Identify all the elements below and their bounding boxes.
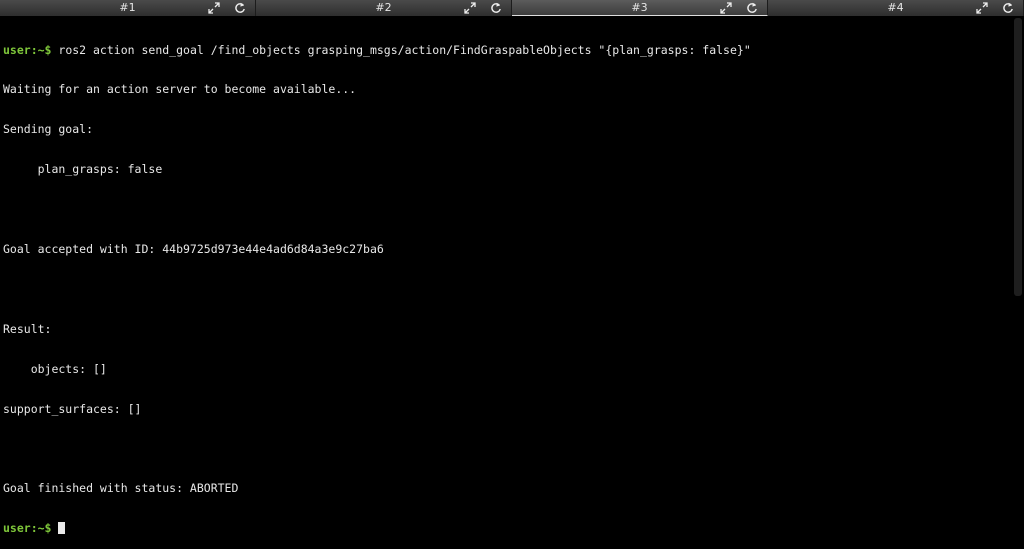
terminal-scrollbar[interactable]: [1014, 18, 1022, 296]
command-line: user:~$ ros2 action send_goal /find_obje…: [3, 42, 1012, 57]
command-text: ros2 action send_goal /find_objects gras…: [51, 42, 751, 57]
output-line: Result:: [3, 321, 52, 336]
maximize-icon[interactable]: [208, 2, 220, 14]
output-line: Sending goal:: [3, 122, 94, 137]
output-line: Goal finished with status: ABORTED: [3, 481, 239, 496]
reload-icon[interactable]: [234, 2, 246, 14]
reload-icon[interactable]: [490, 2, 502, 14]
input-line[interactable]: user:~$: [3, 522, 1012, 535]
reload-icon[interactable]: [746, 2, 758, 14]
terminal-output[interactable]: user:~$ ros2 action send_goal /find_obje…: [3, 17, 1012, 535]
output-line: Waiting for an action server to become a…: [3, 82, 357, 97]
output-line: plan_grasps: false: [3, 162, 163, 177]
shell-prompt: user:~$: [3, 42, 52, 57]
maximize-icon[interactable]: [976, 2, 988, 14]
tab-4[interactable]: #4: [768, 0, 1024, 16]
output-line: objects: []: [3, 361, 107, 376]
shell-prompt: user:~$: [3, 521, 52, 536]
output-line: Goal accepted with ID: 44b9725d973e44e4a…: [3, 242, 384, 257]
tab-1[interactable]: #1: [0, 0, 256, 16]
tab-2[interactable]: #2: [256, 0, 512, 16]
maximize-icon[interactable]: [464, 2, 476, 14]
tab-3[interactable]: #3: [512, 0, 768, 16]
reload-icon[interactable]: [1002, 2, 1014, 14]
tab-bar: #1 #2 #3 #4: [0, 0, 1024, 16]
output-line: support_surfaces: []: [3, 401, 142, 416]
text-cursor: [58, 522, 66, 535]
maximize-icon[interactable]: [720, 2, 732, 14]
